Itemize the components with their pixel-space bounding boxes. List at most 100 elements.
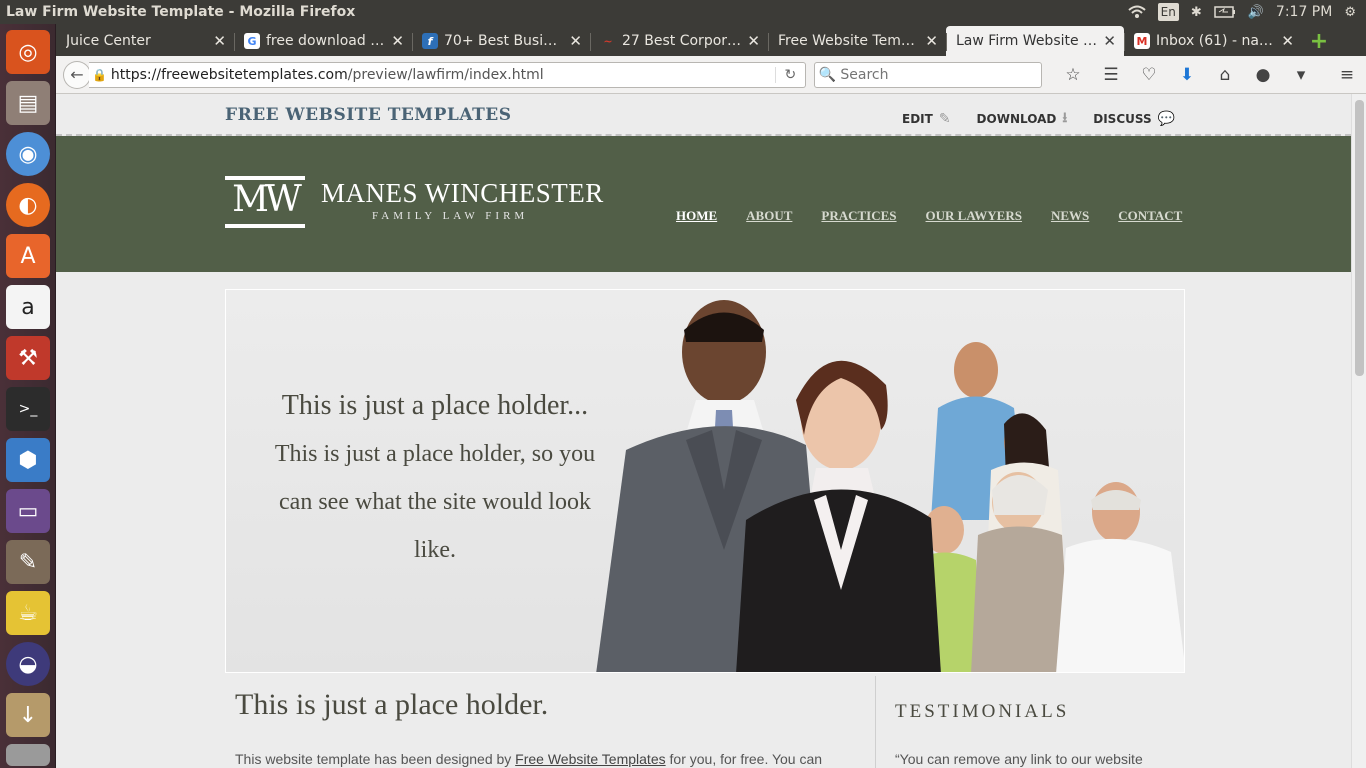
gimp-icon[interactable]: ✎: [6, 540, 50, 584]
close-tab-icon[interactable]: ✕: [925, 32, 938, 50]
extension-icon[interactable]: ▾: [1282, 61, 1320, 89]
close-tab-icon[interactable]: ✕: [1281, 32, 1294, 50]
hero-people-image: [596, 300, 1184, 672]
tab-best-business[interactable]: f 70+ Best Busine… ✕: [412, 26, 590, 56]
close-tab-icon[interactable]: ✕: [391, 32, 404, 50]
system-settings-icon[interactable]: ⚒: [6, 336, 50, 380]
amazon-icon[interactable]: a: [6, 285, 50, 329]
tab-best-corporate[interactable]: ~ 27 Best Corpor… ✕: [590, 26, 768, 56]
reading-list-icon[interactable]: ☰: [1092, 61, 1130, 89]
lock-icon[interactable]: 🔒: [89, 68, 111, 82]
close-tab-icon[interactable]: ✕: [747, 32, 760, 50]
logo-mark[interactable]: MW: [225, 176, 305, 228]
downloads-icon[interactable]: ⬇: [1168, 61, 1206, 89]
download-button[interactable]: DOWNLOAD ⭳: [977, 107, 1068, 131]
tab-label: Law Firm Website …: [956, 33, 1098, 49]
tab-strip: Juice Center ✕ G free download … ✕ f 70+…: [56, 24, 1366, 56]
fwt-toolbar: FREE WEBSITE TEMPLATES EDIT ✎ DOWNLOAD ⭳ D…: [56, 94, 1351, 136]
window-title: Law Firm Website Template - Mozilla Fire…: [6, 4, 356, 20]
bookmark-star-icon[interactable]: ☆: [1054, 61, 1092, 89]
search-input[interactable]: [840, 66, 1031, 83]
hero-text: This is just a place holder... This is j…: [266, 382, 604, 574]
trash-icon[interactable]: [6, 744, 50, 766]
fwt-title[interactable]: FREE WEBSITE TEMPLATES: [225, 105, 512, 125]
volume-icon[interactable]: 🔊: [1248, 3, 1264, 21]
nav-about[interactable]: ABOUT: [746, 208, 792, 224]
teapot-app-icon[interactable]: ☕: [6, 591, 50, 635]
system-top-panel: Law Firm Website Template - Mozilla Fire…: [0, 0, 1366, 24]
free-website-templates-link[interactable]: Free Website Templates: [515, 751, 665, 767]
unity-launcher: ◎ ▤ ◉ ◐ A a ⚒ >_ ⬢ ▭ ✎ ☕ ◒ ↓: [0, 24, 56, 768]
edit-button[interactable]: EDIT ✎: [902, 107, 951, 131]
back-button[interactable]: ←: [63, 60, 91, 89]
url-bar[interactable]: 🔒 https://freewebsitetemplates.com/previ…: [88, 61, 806, 88]
page-scrollbar[interactable]: [1351, 94, 1366, 768]
discuss-button[interactable]: DISCUSS 💬: [1093, 107, 1175, 131]
tab-label: Juice Center: [66, 33, 151, 49]
keyboard-layout-indicator[interactable]: En: [1157, 3, 1179, 21]
remote-desktop-icon[interactable]: ▭: [6, 489, 50, 533]
wifi-icon[interactable]: [1127, 3, 1146, 21]
hero-banner: This is just a place holder... This is j…: [225, 289, 1185, 673]
tab-label: Inbox (61) - nag…: [1156, 33, 1276, 49]
search-icon: 🔍: [818, 66, 837, 83]
tab-free-website-templates[interactable]: Free Website Tem… ✕: [768, 26, 946, 56]
close-tab-icon[interactable]: ✕: [569, 32, 582, 50]
virtualbox-icon[interactable]: ⬢: [6, 438, 50, 482]
tab-google-search[interactable]: G free download … ✕: [234, 26, 412, 56]
bluetooth-icon[interactable]: ✱: [1191, 3, 1202, 21]
terminal-icon[interactable]: >_: [6, 387, 50, 431]
hero-body: This is just a place holder, so you can …: [274, 441, 596, 563]
clock[interactable]: 7:17 PM: [1276, 4, 1332, 20]
software-center-icon[interactable]: A: [6, 234, 50, 278]
content-heading: This is just a place holder.: [235, 688, 549, 721]
content-section: This is just a place holder. This websit…: [56, 674, 1351, 768]
archive-manager-icon[interactable]: ↓: [6, 693, 50, 737]
web-page: FREE WEBSITE TEMPLATES EDIT ✎ DOWNLOAD ⭳ D…: [56, 94, 1351, 768]
logo-name[interactable]: MANES WINCHESTER: [321, 178, 604, 209]
tab-label: 27 Best Corpor…: [622, 33, 742, 49]
gmail-favicon-icon: M: [1134, 33, 1150, 49]
gear-icon[interactable]: ⚙: [1344, 3, 1356, 21]
tab-label: Free Website Tem…: [778, 33, 915, 49]
eclipse-icon[interactable]: ◒: [6, 642, 50, 686]
testimonials-heading: TESTIMONIALS: [895, 701, 1070, 722]
content-paragraph: This website template has been designed …: [235, 751, 822, 767]
scroll-thumb[interactable]: [1355, 100, 1364, 376]
nav-contact[interactable]: CONTACT: [1118, 208, 1182, 224]
download-icon: ⭳: [1062, 110, 1068, 126]
google-favicon-icon: G: [244, 33, 260, 49]
search-bar[interactable]: 🔍: [813, 61, 1042, 88]
tab-label: free download …: [266, 33, 385, 49]
site-header: MW MANES WINCHESTER FAMILY LAW FIRM HOME…: [56, 136, 1351, 272]
close-tab-icon[interactable]: ✕: [213, 32, 226, 50]
reload-icon[interactable]: ↻: [774, 66, 805, 83]
battery-icon[interactable]: [1213, 3, 1236, 21]
home-icon[interactable]: ⌂: [1206, 61, 1244, 89]
tab-label: 70+ Best Busine…: [444, 33, 564, 49]
nav-home[interactable]: HOME: [676, 208, 717, 224]
tab-gmail-inbox[interactable]: M Inbox (61) - nag… ✕: [1124, 26, 1302, 56]
url-path: /preview/lawfirm/index.html: [347, 66, 544, 83]
family-group-illustration: [911, 342, 1184, 672]
nav-news[interactable]: NEWS: [1051, 208, 1089, 224]
new-tab-button[interactable]: +: [1302, 26, 1336, 56]
nav-practices[interactable]: PRACTICES: [821, 208, 896, 224]
tab-law-firm-active[interactable]: Law Firm Website … ✕: [946, 26, 1124, 56]
pocket-icon[interactable]: ♡: [1130, 61, 1168, 89]
speech-bubble-icon: 💬: [1157, 111, 1176, 127]
content-text-post: for you, for free. You can: [665, 751, 823, 767]
url-text[interactable]: https://freewebsitetemplates.com/preview…: [111, 67, 775, 83]
tab-juice-center[interactable]: Juice Center ✕: [56, 26, 234, 56]
pencil-icon: ✎: [938, 111, 951, 127]
close-tab-icon[interactable]: ✕: [1103, 32, 1116, 50]
ubuntu-dash-icon[interactable]: ◎: [6, 30, 50, 74]
testimonial-text: “You can remove any link to our website: [895, 751, 1143, 767]
firefox-icon[interactable]: ◐: [6, 183, 50, 227]
menu-icon[interactable]: ≡: [1328, 61, 1366, 89]
download-label: DOWNLOAD: [976, 112, 1057, 126]
chromium-icon[interactable]: ◉: [6, 132, 50, 176]
chat-icon[interactable]: ●: [1244, 61, 1282, 89]
files-icon[interactable]: ▤: [6, 81, 50, 125]
nav-our-lawyers[interactable]: OUR LAWYERS: [926, 208, 1022, 224]
